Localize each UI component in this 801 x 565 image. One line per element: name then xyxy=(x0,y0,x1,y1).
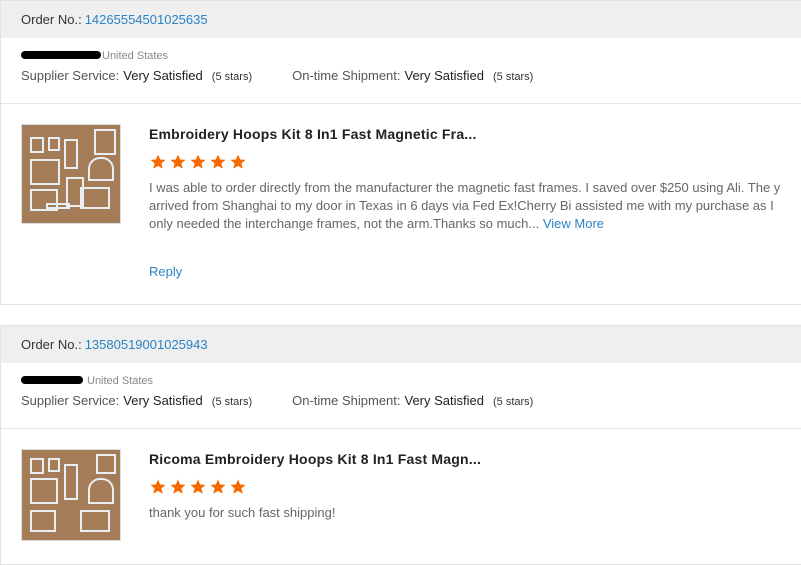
product-title[interactable]: Ricoma Embroidery Hoops Kit 8 In1 Fast M… xyxy=(149,451,481,467)
supplier-service-stars: (5 stars) xyxy=(211,396,253,408)
star-rating xyxy=(149,478,247,496)
supplier-service-value: Very Satisfied xyxy=(123,68,203,83)
buyer-info: United States xyxy=(1,38,801,68)
order-number-link[interactable]: 14265554501025635 xyxy=(85,12,208,27)
product-title[interactable]: Embroidery Hoops Kit 8 In1 Fast Magnetic… xyxy=(149,126,477,142)
shipment-label: On-time Shipment: xyxy=(292,68,401,83)
shipment-label: On-time Shipment: xyxy=(292,393,401,408)
supplier-service-stars: (5 stars) xyxy=(211,71,253,83)
star-icon xyxy=(190,479,206,494)
supplier-service-rating: Supplier Service: Very Satisfied (5 star… xyxy=(21,68,252,83)
redacted-buyer-name xyxy=(21,51,101,59)
order-number-label: Order No.: xyxy=(21,337,82,352)
order-number-link[interactable]: 13580519001025943 xyxy=(85,337,208,352)
view-more-link[interactable]: View More xyxy=(543,216,604,231)
star-icon xyxy=(230,479,246,494)
star-rating xyxy=(149,153,247,171)
order-header: Order No.: 14265554501025635 xyxy=(1,1,801,38)
supplier-service-label: Supplier Service: xyxy=(21,68,120,83)
redacted-buyer-name xyxy=(21,376,83,384)
shipment-rating: On-time Shipment: Very Satisfied (5 star… xyxy=(292,393,533,408)
order-card: Order No.: 13580519001025943 United Stat… xyxy=(0,325,801,565)
star-icon xyxy=(170,479,186,494)
star-icon xyxy=(230,154,246,169)
supplier-service-rating: Supplier Service: Very Satisfied (5 star… xyxy=(21,393,252,408)
buyer-country: United States xyxy=(102,50,169,62)
buyer-country: United States xyxy=(87,375,154,387)
seller-ratings: Supplier Service: Very Satisfied (5 star… xyxy=(1,393,801,429)
star-icon xyxy=(150,154,166,169)
shipment-value: Very Satisfied xyxy=(404,393,485,408)
supplier-service-label: Supplier Service: xyxy=(21,393,120,408)
seller-ratings: Supplier Service: Very Satisfied (5 star… xyxy=(1,68,801,104)
review-body: I was able to order directly from the ma… xyxy=(149,180,781,231)
buyer-info: United States xyxy=(1,363,801,393)
review-body: thank you for such fast shipping! xyxy=(149,505,336,520)
star-icon xyxy=(170,154,186,169)
star-icon xyxy=(190,154,206,169)
reply-link[interactable]: Reply xyxy=(149,264,182,279)
product-thumbnail[interactable] xyxy=(21,449,121,541)
supplier-service-value: Very Satisfied xyxy=(123,393,203,408)
star-icon xyxy=(210,479,226,494)
review-text: thank you for such fast shipping! xyxy=(149,504,801,522)
order-header: Order No.: 13580519001025943 xyxy=(1,326,801,363)
review-text: I was able to order directly from the ma… xyxy=(149,179,801,233)
order-number-label: Order No.: xyxy=(21,12,82,27)
shipment-rating: On-time Shipment: Very Satisfied (5 star… xyxy=(292,68,533,83)
shipment-stars: (5 stars) xyxy=(493,71,534,83)
order-card: Order No.: 14265554501025635 United Stat… xyxy=(0,0,801,305)
star-icon xyxy=(150,479,166,494)
star-icon xyxy=(210,154,226,169)
product-thumbnail[interactable] xyxy=(21,124,121,224)
shipment-stars: (5 stars) xyxy=(493,396,534,408)
shipment-value: Very Satisfied xyxy=(404,68,485,83)
